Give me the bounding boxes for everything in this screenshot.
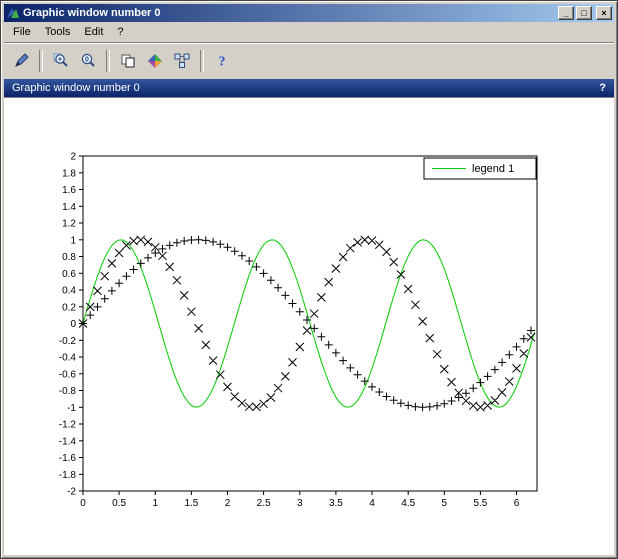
figure-area: 0 0.5 1 1.5 2 2.5 3 3.5 4 4.5 5 5.5 6 2 1.8 1.6 1.4 1.2 1 0… xyxy=(4,97,614,555)
svg-text:-1.8: -1.8 xyxy=(59,470,77,481)
toolbar-separator xyxy=(200,50,204,72)
menu-edit[interactable]: Edit xyxy=(77,24,110,40)
maximize-button[interactable]: □ xyxy=(576,6,592,20)
titlebar[interactable]: Graphic window number 0 _ □ × xyxy=(4,4,614,22)
menu-file[interactable]: File xyxy=(6,24,38,40)
zoom-in-icon xyxy=(52,52,70,70)
svg-text:0.4: 0.4 xyxy=(62,286,76,297)
window-title: Graphic window number 0 xyxy=(23,7,555,19)
toolbar-separator xyxy=(39,50,43,72)
svg-text:-1.6: -1.6 xyxy=(59,453,77,464)
help-button[interactable]: ? xyxy=(209,48,235,74)
svg-text:-0.8: -0.8 xyxy=(59,386,77,397)
toolbar-separator xyxy=(106,50,110,72)
svg-text:-0.2: -0.2 xyxy=(59,336,77,347)
svg-text:1: 1 xyxy=(153,498,159,509)
svg-text:5: 5 xyxy=(442,498,448,509)
infobar: Graphic window number 0 ? xyxy=(4,79,614,97)
copy-button[interactable] xyxy=(115,48,141,74)
svg-text:3.5: 3.5 xyxy=(329,498,343,509)
svg-text:-2: -2 xyxy=(67,487,76,498)
svg-text:0: 0 xyxy=(85,57,89,64)
svg-text:0: 0 xyxy=(80,498,86,509)
help-icon: ? xyxy=(213,52,231,70)
menu-help[interactable]: ? xyxy=(110,24,130,40)
window-controls: _ □ × xyxy=(558,6,612,20)
svg-text:1.4: 1.4 xyxy=(62,202,76,213)
svg-text:2: 2 xyxy=(70,152,76,163)
app-window: Graphic window number 0 _ □ × File Tools… xyxy=(0,0,618,559)
infobar-title: Graphic window number 0 xyxy=(12,82,140,94)
svg-text:-1: -1 xyxy=(67,403,76,414)
zoom-reset-icon: 0 xyxy=(79,52,97,70)
svg-text:0.2: 0.2 xyxy=(62,302,76,313)
minimize-button[interactable]: _ xyxy=(558,6,574,20)
rotation-button[interactable] xyxy=(142,48,168,74)
infobar-help-icon[interactable]: ? xyxy=(599,82,606,94)
rotation-icon xyxy=(146,52,164,70)
zoom-reset-button[interactable]: 0 xyxy=(75,48,101,74)
svg-text:1.6: 1.6 xyxy=(62,185,76,196)
svg-text:1.2: 1.2 xyxy=(62,219,76,230)
svg-text:2.5: 2.5 xyxy=(257,498,271,509)
svg-text:?: ? xyxy=(219,55,226,70)
svg-text:4.5: 4.5 xyxy=(401,498,415,509)
svg-text:-1.2: -1.2 xyxy=(59,420,77,431)
svg-text:1: 1 xyxy=(70,235,76,246)
svg-text:-0.6: -0.6 xyxy=(59,369,77,380)
svg-text:0.5: 0.5 xyxy=(112,498,126,509)
svg-text:0.6: 0.6 xyxy=(62,269,76,280)
menu-tools[interactable]: Tools xyxy=(38,24,78,40)
svg-text:6: 6 xyxy=(514,498,520,509)
ged-icon xyxy=(173,52,191,70)
svg-text:4: 4 xyxy=(369,498,375,509)
export-icon xyxy=(12,52,30,70)
zoom-in-button[interactable] xyxy=(48,48,74,74)
app-icon xyxy=(6,6,20,20)
copy-icon xyxy=(119,52,137,70)
svg-text:-1.4: -1.4 xyxy=(59,436,77,447)
ged-button[interactable] xyxy=(169,48,195,74)
svg-text:5.5: 5.5 xyxy=(473,498,487,509)
menubar: File Tools Edit ? xyxy=(4,22,614,42)
svg-text:1.5: 1.5 xyxy=(184,498,198,509)
toolbar: 0 xyxy=(4,42,614,79)
close-button[interactable]: × xyxy=(596,6,612,20)
svg-text:2: 2 xyxy=(225,498,231,509)
plot-canvas[interactable]: 0 0.5 1 1.5 2 2.5 3 3.5 4 4.5 5 5.5 6 2 1.8 1.6 1.4 1.2 1 0… xyxy=(4,98,614,555)
svg-text:0: 0 xyxy=(70,319,76,330)
svg-text:1.8: 1.8 xyxy=(62,168,76,179)
export-button[interactable] xyxy=(8,48,34,74)
svg-text:-0.4: -0.4 xyxy=(59,353,77,364)
svg-text:0.8: 0.8 xyxy=(62,252,76,263)
svg-text:legend 1: legend 1 xyxy=(472,163,514,175)
svg-text:3: 3 xyxy=(297,498,303,509)
